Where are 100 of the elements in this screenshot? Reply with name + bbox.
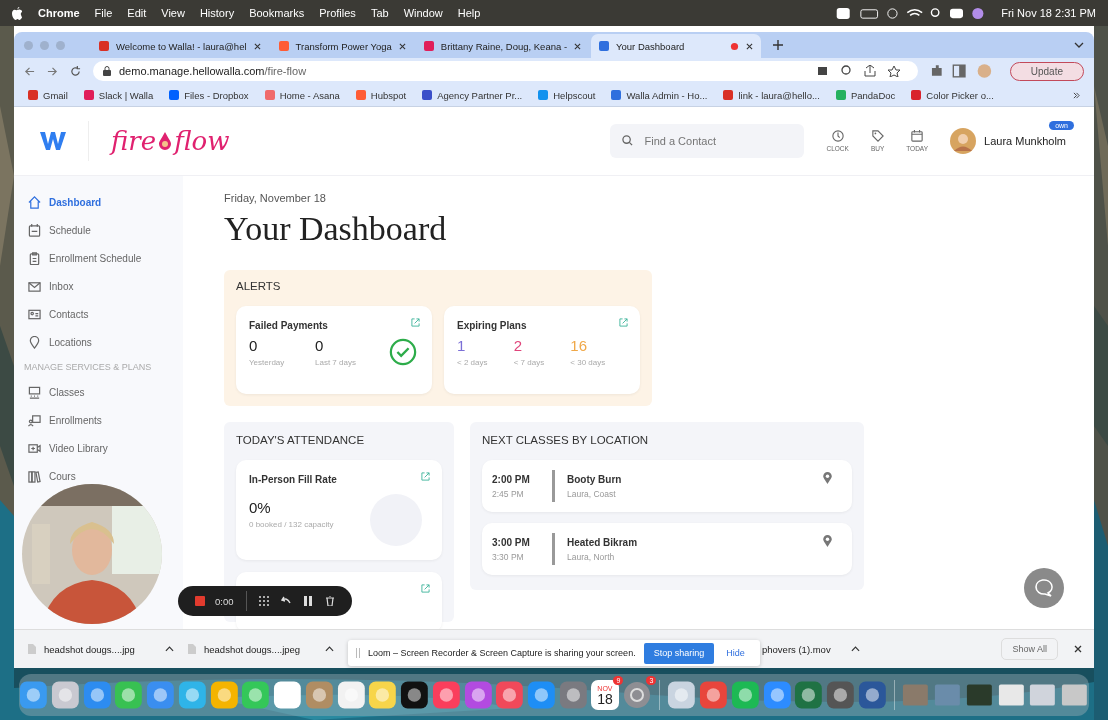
browser-tab[interactable]: Brittany Raine, Doug, Keana - bbox=[415, 34, 590, 58]
undo-icon[interactable] bbox=[280, 596, 291, 606]
grid-icon[interactable] bbox=[258, 596, 269, 606]
bookmark[interactable]: Gmail bbox=[28, 89, 68, 101]
menu-item[interactable]: Window bbox=[403, 7, 443, 19]
sidebar-item[interactable]: Contacts bbox=[14, 300, 183, 328]
sidebar-item[interactable]: Video Library bbox=[14, 434, 183, 462]
sidebar-item[interactable]: Locations bbox=[14, 328, 183, 356]
location-pin-icon[interactable] bbox=[823, 472, 832, 484]
class-start-time: 2:00 PM bbox=[492, 473, 531, 485]
bookmark[interactable]: Home - Asana bbox=[264, 89, 340, 101]
search-field[interactable]: Find a Contact bbox=[610, 124, 805, 158]
menu-item[interactable]: File bbox=[94, 7, 113, 19]
browser-tab[interactable]: Your Dashboard bbox=[591, 34, 762, 58]
menu-item[interactable]: View bbox=[161, 7, 185, 19]
close-icon[interactable] bbox=[574, 42, 582, 50]
panel-title: NEXT CLASSES BY LOCATION bbox=[482, 434, 650, 446]
bookmark[interactable]: Hubspot bbox=[355, 89, 407, 101]
favicon bbox=[611, 90, 622, 100]
stop-sharing-button[interactable]: Stop sharing bbox=[643, 642, 715, 664]
sidebar-item[interactable]: Inbox bbox=[14, 272, 183, 300]
close-icon[interactable] bbox=[746, 42, 754, 50]
class-row[interactable]: 2:00 PM 2:45 PM Booty Burn Laura, Coast bbox=[482, 460, 852, 512]
reload-icon[interactable] bbox=[70, 65, 81, 77]
download-item[interactable]: headshot dougs....jpg bbox=[28, 643, 188, 655]
pin-icon bbox=[28, 335, 41, 349]
caret-icon[interactable] bbox=[165, 646, 174, 652]
sidebar-item[interactable]: Schedule bbox=[14, 216, 183, 244]
new-tab-icon[interactable] bbox=[773, 40, 784, 50]
address-bar[interactable]: demo.manage.hellowalla.com/fire-flow bbox=[93, 61, 918, 81]
menu-app-name[interactable]: Chrome bbox=[38, 7, 80, 19]
w-logo[interactable] bbox=[40, 131, 66, 151]
pause-icon[interactable] bbox=[302, 596, 313, 606]
browser-tab[interactable]: Transform Power Yoga bbox=[270, 34, 414, 58]
brand-logo[interactable]: fire flow bbox=[111, 126, 230, 156]
favicon bbox=[422, 90, 433, 100]
enroll-icon bbox=[28, 413, 41, 427]
chevron-icon[interactable] bbox=[1074, 42, 1084, 48]
class-row[interactable]: 3:00 PM 3:30 PM Heated Bikram Laura, North bbox=[482, 523, 852, 575]
location-pin-icon[interactable] bbox=[823, 535, 832, 547]
external-link-icon[interactable] bbox=[411, 318, 420, 327]
close-icon[interactable] bbox=[398, 42, 406, 50]
sidebar-item[interactable]: Dashboard bbox=[14, 188, 183, 216]
gear-icon bbox=[622, 680, 653, 710]
close-icon[interactable] bbox=[253, 42, 261, 50]
stat-label: < 7 days bbox=[513, 358, 546, 367]
external-link-icon[interactable] bbox=[619, 318, 628, 327]
sidebar-item[interactable]: Enrollments bbox=[14, 406, 183, 434]
caret-icon[interactable] bbox=[850, 646, 860, 652]
avatar[interactable] bbox=[950, 128, 977, 154]
bookmark[interactable]: Helpscout bbox=[538, 89, 596, 101]
external-link-icon[interactable] bbox=[421, 472, 430, 481]
forward-icon[interactable] bbox=[47, 65, 58, 77]
user-name[interactable]: Laura Munkholm bbox=[984, 135, 1066, 147]
update-button[interactable]: Update bbox=[1009, 61, 1084, 81]
more-bookmarks-icon[interactable] bbox=[1073, 91, 1080, 99]
sidebar-item[interactable]: Classes bbox=[14, 378, 183, 406]
bookmark[interactable]: link - laura@hello... bbox=[723, 89, 820, 101]
menu-item[interactable]: Profiles bbox=[319, 7, 356, 19]
hide-link[interactable]: Hide bbox=[722, 648, 749, 658]
calendar-icon bbox=[28, 223, 41, 237]
menu-item[interactable]: History bbox=[199, 7, 235, 19]
mail-icon bbox=[28, 279, 41, 293]
back-icon[interactable] bbox=[24, 65, 35, 77]
recording-time: 0:00 bbox=[215, 595, 234, 607]
download-item[interactable]: phovers (1).mov bbox=[762, 643, 874, 655]
download-item[interactable]: headshot dougs....jpeg bbox=[188, 643, 348, 655]
chat-button[interactable] bbox=[1024, 568, 1064, 608]
favicon bbox=[835, 90, 846, 100]
bookmark[interactable]: Color Picker o... bbox=[911, 89, 994, 101]
favicon bbox=[28, 90, 38, 100]
close-icon[interactable] bbox=[1074, 645, 1082, 653]
favicon bbox=[169, 90, 180, 100]
home-icon bbox=[28, 195, 41, 209]
show-all-button[interactable]: Show All bbox=[1001, 638, 1058, 660]
caret-icon[interactable] bbox=[325, 646, 334, 652]
favicon bbox=[278, 41, 289, 51]
bookmark[interactable]: Agency Partner Pr... bbox=[422, 89, 523, 101]
stat-label: Last 7 days bbox=[315, 358, 357, 367]
bookmark[interactable]: Files - Dropbox bbox=[169, 89, 249, 101]
stat-value: 2 bbox=[513, 337, 523, 354]
sidebar-item[interactable]: Cours bbox=[14, 462, 183, 490]
menu-item[interactable]: Help bbox=[457, 7, 481, 19]
menu-clock[interactable]: Fri Nov 18 2:31 PM bbox=[1001, 7, 1096, 19]
bookmark[interactable]: PandaDoc bbox=[835, 89, 896, 101]
calendar-icon bbox=[911, 130, 924, 142]
bookmark[interactable]: Walla Admin - Ho... bbox=[611, 89, 708, 101]
browser-tab[interactable]: Welcome to Walla! - laura@hel bbox=[91, 34, 269, 58]
card-title: Failed Payments bbox=[249, 320, 329, 331]
external-link-icon[interactable] bbox=[421, 584, 430, 593]
sidebar-item[interactable]: Enrollment Schedule bbox=[14, 244, 183, 272]
apple-icon[interactable] bbox=[12, 6, 23, 20]
favicon bbox=[599, 41, 610, 51]
bookmark[interactable]: Slack | Walla bbox=[83, 89, 154, 101]
menu-item[interactable]: Bookmarks bbox=[249, 7, 305, 19]
card-title: In-Person Fill Rate bbox=[249, 474, 338, 485]
menu-item[interactable]: Edit bbox=[127, 7, 147, 19]
trash-icon[interactable] bbox=[324, 596, 335, 606]
class-start-time: 3:00 PM bbox=[492, 536, 531, 548]
menu-item[interactable]: Tab bbox=[370, 7, 389, 19]
